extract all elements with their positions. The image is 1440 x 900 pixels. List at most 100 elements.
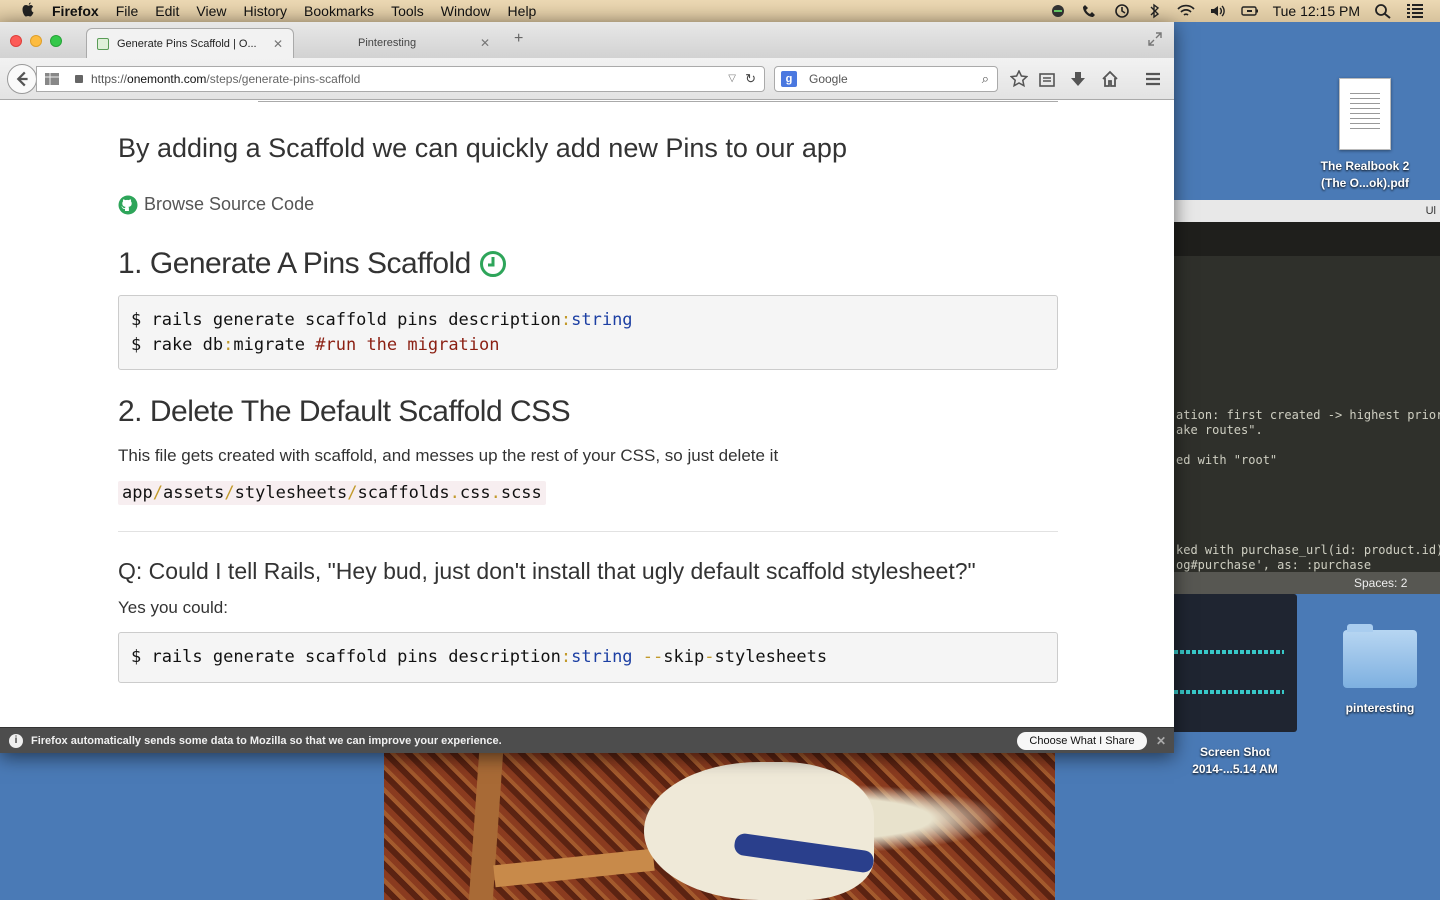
menu-help[interactable]: Help: [508, 3, 537, 19]
close-notification-icon[interactable]: ✕: [1156, 728, 1166, 754]
navigation-toolbar: https://onemonth.com/steps/generate-pins…: [0, 58, 1174, 100]
tab-label: Pinteresting: [358, 37, 417, 49]
bluetooth-icon[interactable]: [1145, 3, 1163, 19]
menu-window[interactable]: Window: [441, 3, 491, 19]
step-1-heading: 1. Generate A Pins Scaffold: [118, 247, 507, 281]
menu-app-firefox[interactable]: Firefox: [52, 3, 99, 19]
home-icon[interactable]: [1101, 70, 1119, 88]
pdf-document-icon: [1339, 78, 1391, 150]
screenshot-thumbnail: [1170, 594, 1297, 732]
site-identity-icon[interactable]: [45, 73, 59, 85]
text-editor-window[interactable]: Ul ation: first created -> highest prior…: [1174, 200, 1440, 594]
menu-tools[interactable]: Tools: [391, 3, 424, 19]
bookmark-star-icon[interactable]: [1010, 70, 1028, 88]
battery-icon[interactable]: [1240, 3, 1259, 19]
close-window-button[interactable]: [10, 35, 22, 47]
code-block-2[interactable]: $ rails generate scaffold pins descripti…: [118, 632, 1058, 683]
desktop-folder-icon[interactable]: pinteresting: [1330, 624, 1430, 717]
fullscreen-icon[interactable]: [1148, 32, 1162, 46]
desktop-screenshot-label-2: 2014-...5.14 AM: [1192, 762, 1278, 776]
menubar-clock[interactable]: Tue 12:15 PM: [1273, 3, 1360, 19]
desktop-screenshot-icon[interactable]: Screen Shot 2014-...5.14 AM: [1170, 594, 1300, 778]
tab-pinteresting[interactable]: Pinteresting ✕: [300, 28, 500, 58]
new-tab-button[interactable]: +: [514, 30, 523, 48]
lead-heading: By adding a Scaffold we can quickly add …: [118, 133, 847, 163]
inline-code-path: app/assets/stylesheets/scaffolds.css.scs…: [118, 481, 546, 505]
search-placeholder: Google: [809, 72, 848, 86]
back-button[interactable]: [7, 64, 37, 94]
reload-icon[interactable]: ↻: [745, 67, 756, 91]
back-arrow-icon: [16, 71, 28, 87]
tab-strip: Generate Pins Scaffold | O... ✕ Pinteres…: [0, 22, 1174, 58]
editor-status-bar[interactable]: Spaces: 2: [1174, 572, 1440, 594]
question-heading: Q: Could I tell Rails, "Hey bud, just do…: [118, 558, 976, 584]
editor-line: ed with "root": [1176, 453, 1278, 467]
folder-icon: [1343, 624, 1417, 688]
minimize-window-button[interactable]: [30, 35, 42, 47]
section-divider: [118, 531, 1058, 532]
menu-bookmarks[interactable]: Bookmarks: [304, 3, 374, 19]
apple-icon[interactable]: [18, 1, 38, 21]
wifi-icon[interactable]: [1176, 3, 1195, 19]
firefox-window: Generate Pins Scaffold | O... ✕ Pinteres…: [0, 22, 1174, 753]
menu-file[interactable]: File: [116, 3, 139, 19]
phone-icon[interactable]: [1081, 3, 1099, 19]
url-bar[interactable]: https://onemonth.com/steps/generate-pins…: [36, 66, 765, 92]
google-engine-icon[interactable]: g: [781, 71, 797, 87]
editor-line: ked with purchase_url(id: product.id): [1176, 543, 1440, 557]
menu-view[interactable]: View: [196, 3, 226, 19]
url-dropdown-icon[interactable]: ▽: [728, 67, 736, 91]
step-2-title: 2. Delete The Default Scaffold CSS: [118, 395, 571, 428]
hamburger-menu-icon[interactable]: [1144, 70, 1162, 88]
step-1-title: 1. Generate A Pins Scaffold: [118, 247, 471, 280]
url-host: onemonth.com: [127, 72, 207, 86]
zoom-window-button[interactable]: [50, 35, 62, 47]
time-machine-icon[interactable]: [1113, 3, 1131, 19]
paragraph: This file gets created with scaffold, an…: [118, 446, 779, 465]
tab-label: Generate Pins Scaffold | O...: [117, 38, 257, 50]
divider: [258, 101, 1058, 102]
notification-message: Firefox automatically sends some data to…: [31, 735, 502, 747]
editor-tabs: [1174, 222, 1440, 256]
github-icon: [118, 195, 138, 214]
editor-line: og#purchase', as: :purchase: [1176, 558, 1372, 572]
desktop-pdf-icon[interactable]: The Realbook 2 (The O...ok).pdf: [1305, 78, 1425, 192]
editor-titlebar-fragment: Ul: [1174, 200, 1440, 222]
menu-edit[interactable]: Edit: [155, 3, 179, 19]
code-line: $ rails generate scaffold pins descripti…: [131, 647, 828, 667]
calendar-favicon-icon: [97, 38, 109, 50]
lock-icon: [75, 75, 83, 83]
search-magnifier-icon[interactable]: ⌕: [982, 67, 989, 91]
page-content[interactable]: By adding a Scaffold we can quickly add …: [0, 101, 1174, 727]
notification-center-icon[interactable]: [1406, 3, 1424, 19]
answer-text: Yes you could:: [118, 598, 228, 617]
data-sharing-notification-bar: i Firefox automatically sends some data …: [0, 727, 1174, 753]
browse-source-link[interactable]: Browse Source Code: [118, 194, 314, 215]
desktop-photo-window: [384, 752, 1055, 900]
close-tab-icon[interactable]: ✕: [480, 28, 490, 58]
clock-icon[interactable]: [479, 250, 507, 278]
downloads-icon[interactable]: [1069, 70, 1087, 88]
code-line: $ rails generate scaffold pins descripti…: [131, 310, 633, 330]
menu-history[interactable]: History: [243, 3, 287, 19]
editor-line: ake routes".: [1176, 423, 1263, 437]
evernote-icon[interactable]: [1049, 3, 1067, 19]
bookmarks-menu-icon[interactable]: [1038, 70, 1056, 88]
desktop-screenshot-label-1: Screen Shot: [1199, 745, 1271, 759]
tab-generate-pins-scaffold[interactable]: Generate Pins Scaffold | O... ✕: [86, 28, 294, 58]
editor-line: ation: first created -> highest priori: [1176, 408, 1440, 422]
code-block-1[interactable]: $ rails generate scaffold pins descripti…: [118, 295, 1058, 370]
desktop-folder-label: pinteresting: [1345, 701, 1415, 715]
mac-menubar: Firefox File Edit View History Bookmarks…: [0, 0, 1440, 22]
close-tab-icon[interactable]: ✕: [273, 29, 283, 59]
url-scheme: https://: [91, 72, 128, 86]
step-2-heading: 2. Delete The Default Scaffold CSS: [118, 395, 571, 429]
menubar-status-area: Tue 12:15 PM: [1049, 0, 1424, 22]
volume-icon[interactable]: [1209, 3, 1227, 19]
search-box[interactable]: g Google ⌕: [774, 66, 998, 92]
desktop-pdf-label-1: The Realbook 2: [1320, 159, 1410, 173]
choose-what-i-share-button[interactable]: Choose What I Share: [1017, 732, 1147, 750]
browse-source-label: Browse Source Code: [144, 194, 315, 214]
desktop-pdf-label-2: (The O...ok).pdf: [1321, 176, 1409, 190]
spotlight-search-icon[interactable]: [1374, 3, 1392, 19]
